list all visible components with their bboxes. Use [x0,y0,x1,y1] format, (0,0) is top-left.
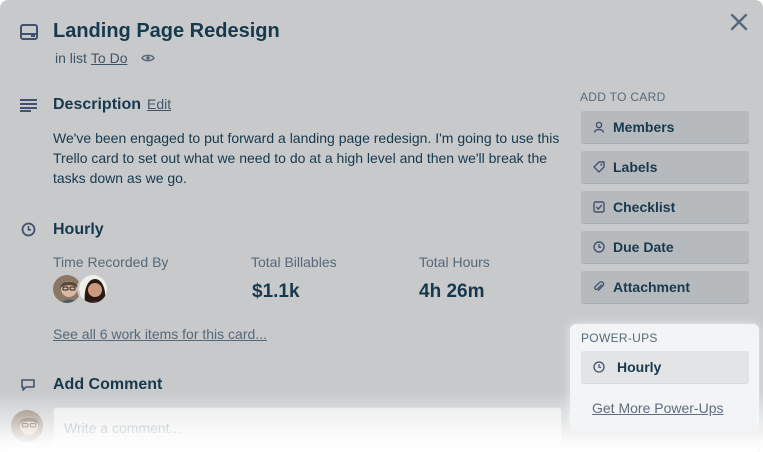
get-more-powerups-link[interactable]: Get More Power-Ups [592,400,723,416]
clock-icon [593,241,605,253]
hourly-powerup-label: Hourly [617,359,662,375]
attachment-button[interactable]: Attachment [581,271,749,303]
hourly-powerup-button[interactable]: Hourly [581,351,749,383]
clock-icon [593,361,605,373]
description-icon [20,98,37,112]
labels-button-label: Labels [613,159,658,175]
total-billables-value: $1.1k [252,281,300,302]
add-to-card-heading: ADD TO CARD [580,90,666,104]
time-recorded-label: Time Recorded By [53,254,169,270]
total-hours-value: 4h 26m [419,281,485,302]
labels-button[interactable]: Labels [581,151,749,183]
checklist-button-label: Checklist [613,199,676,215]
description-heading: Description [53,96,142,113]
tag-icon [593,161,605,173]
attachment-button-label: Attachment [613,279,691,295]
total-billables-label: Total Billables [251,254,337,270]
hourly-heading: Hourly [53,221,104,238]
list-link[interactable]: To Do [91,50,128,66]
checklist-button[interactable]: Checklist [581,191,749,223]
powerups-heading: POWER-UPS [581,331,658,345]
current-user-avatar [9,408,45,444]
list-info: in list To Do [55,50,156,66]
total-hours-label: Total Hours [419,254,490,270]
description-text[interactable]: We've been engaged to put forward a land… [53,128,563,188]
eye-icon[interactable] [141,53,156,63]
comment-icon [20,378,36,392]
checkbox-icon [593,201,605,213]
powerups-panel: POWER-UPS Hourly Get More Power-Ups [570,324,759,430]
card-title[interactable]: Landing Page Redesign [53,20,280,43]
person-icon [593,121,605,133]
list-prefix: in list [55,50,87,66]
card-modal: Landing Page Redesign in list To Do Desc… [0,0,763,452]
comment-input[interactable]: Write a comment... [53,407,562,447]
card-icon [20,24,38,40]
clock-icon [21,222,36,237]
close-icon[interactable] [730,13,750,33]
members-button-label: Members [613,119,675,135]
edit-description-link[interactable]: Edit [147,96,171,112]
description-header: Description Edit [53,96,171,114]
avatar[interactable] [77,273,109,305]
add-comment-heading: Add Comment [53,376,163,393]
see-all-work-items-link[interactable]: See all 6 work items for this card... [53,326,267,342]
due-date-button[interactable]: Due Date [581,231,749,263]
members-button[interactable]: Members [581,111,749,143]
due-date-button-label: Due Date [613,239,674,255]
paperclip-icon [593,281,605,293]
